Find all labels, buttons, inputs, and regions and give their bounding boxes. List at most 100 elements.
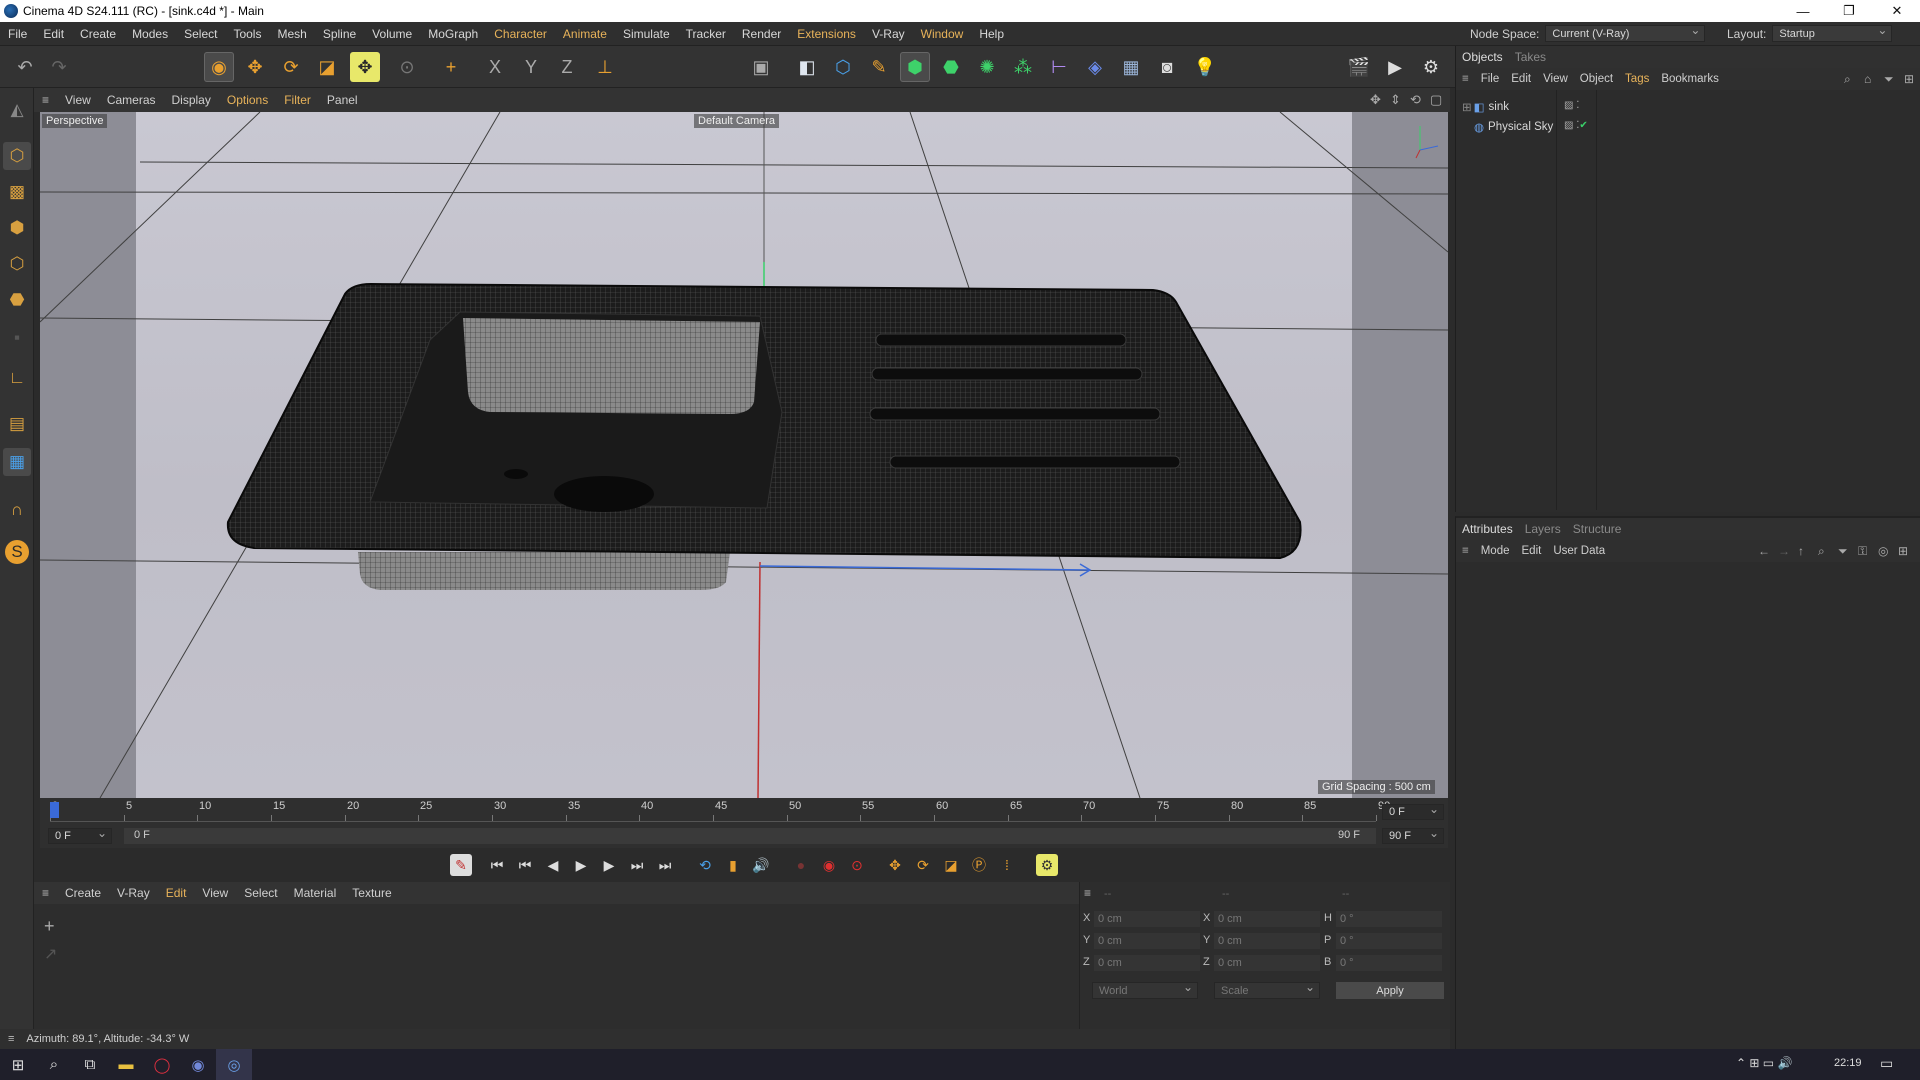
material-menu-icon[interactable]: ≡: [34, 886, 57, 900]
coordinates-menu-icon[interactable]: ≡: [1084, 886, 1091, 900]
pos-y-field[interactable]: 0 cm: [1094, 933, 1200, 949]
menu-file[interactable]: File: [0, 27, 35, 41]
key-position-icon[interactable]: ✥: [884, 854, 906, 876]
cloner-icon[interactable]: ✺: [972, 52, 1002, 82]
key-scale-icon[interactable]: ◪: [940, 854, 962, 876]
menu-tools[interactable]: Tools: [225, 27, 269, 41]
3d-viewport[interactable]: Perspective Default Camera Grid Spacing …: [40, 112, 1448, 798]
sink-visibility-icon[interactable]: ▨ ⁚: [1564, 100, 1579, 111]
file-explorer-icon[interactable]: ▬: [108, 1049, 144, 1080]
material-area[interactable]: + ↗: [34, 904, 1079, 1029]
pen-tool-icon[interactable]: ✎: [864, 52, 894, 82]
viewport-menu-panel[interactable]: Panel: [319, 93, 366, 107]
size-y-field[interactable]: 0 cm: [1214, 933, 1320, 949]
menu-animate[interactable]: Animate: [555, 27, 615, 41]
menu-simulate[interactable]: Simulate: [615, 27, 678, 41]
viewport-rotate-icon[interactable]: ⟲: [1410, 92, 1421, 108]
node-space-dropdown[interactable]: Current (V-Ray): [1545, 23, 1706, 42]
sound-icon[interactable]: 🔊: [750, 854, 772, 876]
attributes-menu-user-data[interactable]: User Data: [1547, 545, 1611, 557]
mograph-icon[interactable]: ⁂: [1008, 52, 1038, 82]
key-param-icon[interactable]: Ⓟ: [968, 854, 990, 876]
maximize-button[interactable]: ❐: [1826, 0, 1872, 22]
range-icon[interactable]: ▮: [722, 854, 744, 876]
objects-menu-bookmarks[interactable]: Bookmarks: [1655, 73, 1725, 85]
forward-arrow-icon[interactable]: →: [1778, 544, 1790, 558]
timeline-range-bar[interactable]: 0 F 90 F: [124, 828, 1376, 844]
menu-render[interactable]: Render: [734, 27, 789, 41]
material-arrow-icon[interactable]: ↗: [44, 944, 57, 964]
add-material-icon[interactable]: +: [44, 916, 55, 937]
coordinate-mode-dropdown[interactable]: Scale: [1214, 980, 1320, 999]
object-row-physical-sky[interactable]: ◍ Physical Sky: [1474, 118, 1553, 136]
material-menu-edit[interactable]: Edit: [158, 886, 195, 900]
snap-icon[interactable]: ⊙: [392, 52, 422, 82]
play-icon[interactable]: ▶: [570, 854, 592, 876]
uv-mode-icon[interactable]: ▪: [3, 324, 31, 352]
viewport-menu-filter[interactable]: Filter: [276, 93, 319, 107]
next-frame-icon[interactable]: ▶: [598, 854, 620, 876]
taskbar-clock[interactable]: 22:19: [1834, 1057, 1862, 1069]
undo-icon[interactable]: ↶: [10, 52, 40, 82]
expand-icon[interactable]: ⊞: [1462, 100, 1472, 114]
attributes-menu-mode[interactable]: Mode: [1475, 545, 1516, 557]
model-mode-icon[interactable]: ⬡: [3, 142, 31, 170]
menu-help[interactable]: Help: [971, 27, 1012, 41]
go-to-start-icon[interactable]: ⏮: [486, 854, 508, 876]
material-menu-vray[interactable]: V-Ray: [109, 886, 158, 900]
discord-icon[interactable]: ◉: [180, 1049, 216, 1080]
viewport-menu-options[interactable]: Options: [219, 93, 276, 107]
search-icon[interactable]: ⌕: [1844, 72, 1851, 87]
y-axis-lock-icon[interactable]: Y: [516, 52, 546, 82]
camera-icon[interactable]: ◙: [1152, 52, 1182, 82]
rotate-tool-icon[interactable]: ⟳: [276, 52, 306, 82]
start-icon[interactable]: ⊞: [0, 1049, 36, 1080]
target-icon[interactable]: ◎: [1878, 544, 1888, 558]
objects-menu-file[interactable]: File: [1475, 73, 1506, 85]
apply-button[interactable]: Apply: [1336, 982, 1444, 999]
new-window-icon[interactable]: ⊞: [1904, 72, 1914, 86]
edges-mode-icon[interactable]: ⬡: [3, 250, 31, 278]
grid-snap-icon[interactable]: ▦: [3, 448, 31, 476]
filter-icon[interactable]: ⏷: [1884, 72, 1894, 87]
previous-key-icon[interactable]: ⏮: [514, 854, 536, 876]
start-frame-field[interactable]: 0 F: [48, 826, 112, 844]
menu-vray[interactable]: V-Ray: [864, 27, 913, 41]
pos-x-field[interactable]: 0 cm: [1094, 911, 1200, 927]
lock-icon[interactable]: ⚿: [1858, 544, 1867, 559]
system-tray-icons[interactable]: ⌃ ⊞ ▭ 🔊: [1736, 1056, 1792, 1070]
scale-tool-icon[interactable]: ◪: [312, 52, 342, 82]
coordinate-system-icon[interactable]: ⊥: [590, 52, 620, 82]
viewport-menu-icon[interactable]: ≡: [34, 93, 57, 107]
material-menu-material[interactable]: Material: [286, 886, 345, 900]
size-x-field[interactable]: 0 cm: [1214, 911, 1320, 927]
deformer-icon[interactable]: ⊢: [1044, 52, 1074, 82]
viewport-maximize-icon[interactable]: ▢: [1430, 92, 1442, 108]
menu-mesh[interactable]: Mesh: [269, 27, 314, 41]
record-keys-off-icon[interactable]: ●: [790, 854, 812, 876]
key-rotation-icon[interactable]: ⟳: [912, 854, 934, 876]
back-arrow-icon[interactable]: ←: [1758, 544, 1770, 558]
keyframe-record-icon[interactable]: ✎: [450, 854, 472, 876]
current-frame-field[interactable]: 0 F: [1382, 802, 1444, 820]
light-icon[interactable]: 💡: [1190, 52, 1220, 82]
floor-icon[interactable]: ▦: [1116, 52, 1146, 82]
record-active-icon[interactable]: ◉: [818, 854, 840, 876]
menu-window[interactable]: Window: [913, 27, 972, 41]
attributes-menu-edit[interactable]: Edit: [1516, 545, 1548, 557]
menu-mograph[interactable]: MoGraph: [420, 27, 486, 41]
previous-frame-icon[interactable]: ◀: [542, 854, 564, 876]
timeline-playhead[interactable]: [50, 802, 59, 818]
objects-menu-object[interactable]: Object: [1574, 73, 1619, 85]
workplane-icon[interactable]: ▤: [3, 410, 31, 438]
polygons-mode-icon[interactable]: ⬣: [3, 286, 31, 314]
menu-spline[interactable]: Spline: [315, 27, 364, 41]
cube-primitive-icon[interactable]: ⬡: [828, 52, 858, 82]
close-button[interactable]: ✕: [1874, 0, 1920, 22]
cinema4d-taskbar-icon[interactable]: ◎: [216, 1049, 252, 1080]
opera-icon[interactable]: ◯: [144, 1049, 180, 1080]
make-editable-icon[interactable]: ◭: [3, 96, 31, 124]
script-icon[interactable]: S: [5, 540, 29, 564]
object-row-sink[interactable]: ⊞ ◧ sink: [1462, 98, 1509, 116]
go-to-end-icon[interactable]: ⏭: [654, 854, 676, 876]
